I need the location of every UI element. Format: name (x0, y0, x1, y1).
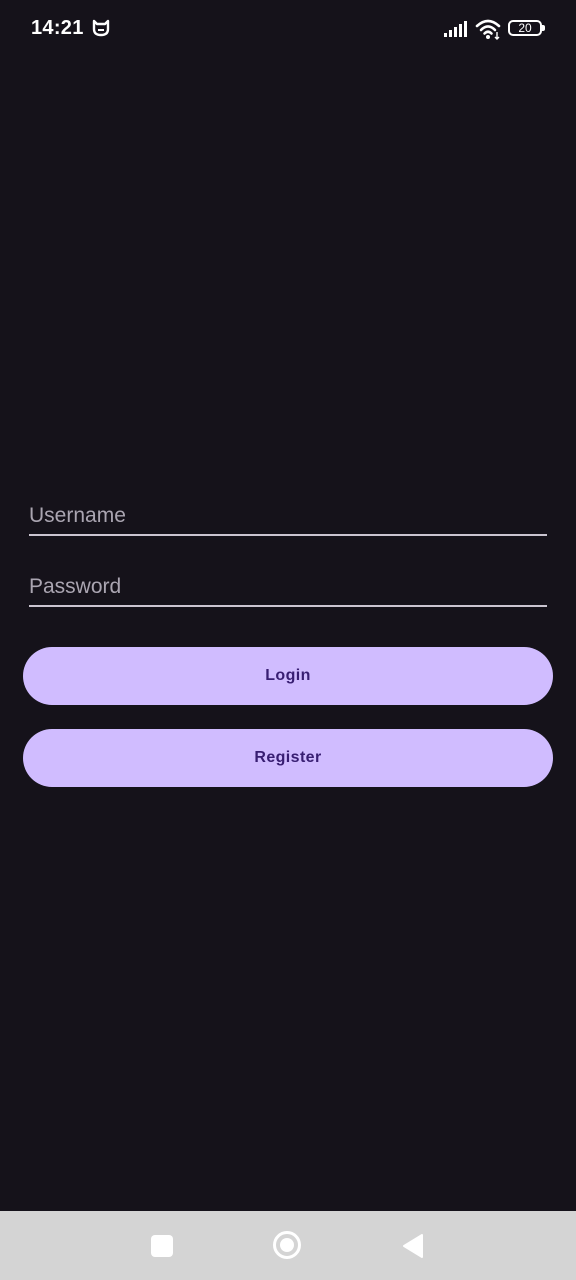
recents-icon[interactable] (151, 1235, 173, 1257)
status-bar: 14:21 20 (0, 0, 576, 58)
password-field[interactable] (29, 569, 547, 607)
login-button[interactable]: Login (23, 647, 553, 705)
home-icon[interactable] (273, 1231, 301, 1259)
battery-icon: 20 (508, 20, 545, 36)
password-input[interactable] (29, 569, 547, 605)
signal-icon (444, 21, 467, 37)
navigation-bar (0, 1211, 576, 1280)
status-time: 14:21 (31, 17, 84, 39)
username-field[interactable] (29, 498, 547, 536)
wifi-icon (475, 19, 501, 40)
username-input[interactable] (29, 498, 547, 534)
register-button[interactable]: Register (23, 729, 553, 787)
mi-icon (92, 19, 110, 37)
back-icon[interactable] (402, 1233, 424, 1259)
